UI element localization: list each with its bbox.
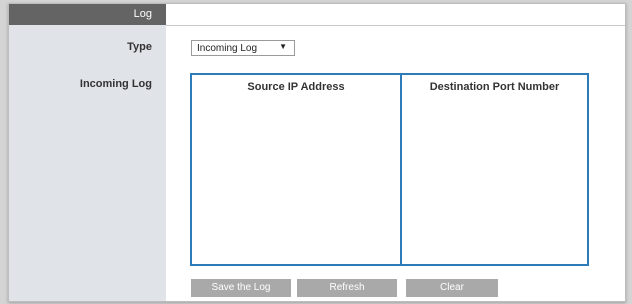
section-title: Log — [133, 8, 152, 20]
log-type-selected-value: Incoming Log — [197, 43, 258, 54]
type-label: Type — [127, 41, 152, 53]
column-divider — [400, 75, 402, 264]
column-header-destination-port: Destination Port Number — [429, 81, 560, 93]
save-the-log-button[interactable]: Save the Log — [191, 279, 291, 297]
incoming-log-table: Source IP Address Destination Port Numbe… — [190, 73, 589, 266]
dropdown-arrow-icon[interactable]: ▼ — [279, 42, 287, 51]
sidebar-header: Log — [9, 4, 166, 25]
header-divider — [166, 25, 625, 26]
column-header-source-ip: Source IP Address — [247, 81, 345, 93]
clear-button[interactable]: Clear — [406, 279, 498, 297]
sidebar: Log Type Incoming Log — [9, 4, 166, 301]
incoming-log-label: Incoming Log — [79, 78, 152, 90]
log-panel: Log Type Incoming Log Incoming Log ▼ Sou… — [8, 3, 626, 302]
log-type-select[interactable]: Incoming Log ▼ — [191, 40, 295, 56]
refresh-button[interactable]: Refresh — [297, 279, 397, 297]
